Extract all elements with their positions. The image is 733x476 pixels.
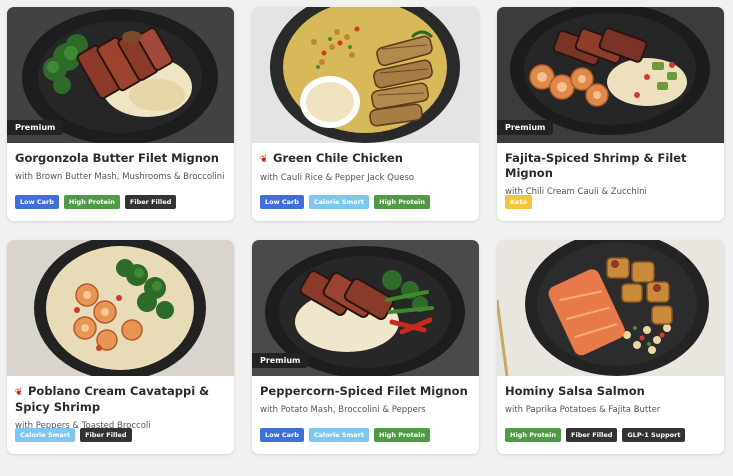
tag-keto: Keto: [505, 195, 532, 209]
meal-card-green-chile-chicken[interactable]: ❦ Green Chile Chicken with Cauli Rice & P…: [252, 7, 479, 221]
chili-pepper-icon: ❦: [258, 153, 271, 167]
tag-fiber-filled: Fiber Filled: [124, 195, 177, 209]
meal-card-poblano-cavatappi-shrimp[interactable]: ❦ Poblano Cream Cavatappi & Spicy Shrimp …: [7, 240, 234, 454]
meal-title[interactable]: ❦ Poblano Cream Cavatappi & Spicy Shrimp: [13, 384, 226, 415]
tag-calorie-smart: Calorie Smart: [15, 428, 76, 442]
meal-card-hominy-salsa-salmon[interactable]: Hominy Salsa Salmon with Paprika Potatoe…: [497, 240, 724, 454]
premium-badge: Premium: [252, 353, 309, 368]
meal-photo: Premium: [7, 7, 234, 143]
meal-title[interactable]: Peppercorn-Spiced Filet Mignon: [260, 384, 471, 399]
tag-high-protein: High Protein: [505, 428, 562, 442]
meal-photo: Premium: [497, 7, 724, 143]
meal-photo: [7, 240, 234, 376]
meal-title[interactable]: Gorgonzola Butter Filet Mignon: [15, 151, 226, 166]
premium-badge: Premium: [497, 120, 554, 135]
meal-photo: [252, 7, 479, 143]
meal-card-peppercorn-filet[interactable]: Premium Peppercorn-Spiced Filet Mignon w…: [252, 240, 479, 454]
meal-title[interactable]: Hominy Salsa Salmon: [505, 384, 716, 399]
tag-list: High Protein Fiber Filled GLP-1 Support: [505, 428, 686, 442]
tag-fiber-filled: Fiber Filled: [566, 428, 618, 442]
meal-subtitle: with Potato Mash, Broccolini & Peppers: [260, 405, 426, 415]
tag-low-carb: Low Carb: [15, 195, 59, 209]
meal-title[interactable]: ❦ Green Chile Chicken: [258, 151, 471, 167]
tag-fiber-filled: Fiber Filled: [80, 428, 132, 442]
chili-pepper-icon: ❦: [13, 386, 26, 400]
tag-list: Keto: [505, 195, 532, 209]
meal-photo: Premium: [252, 240, 479, 376]
premium-badge: Premium: [7, 120, 64, 135]
meal-card-fajita-shrimp-filet[interactable]: Premium Fajita-Spiced Shrimp & Filet Mig…: [497, 7, 724, 221]
tag-list: Low Carb Calorie Smart High Protein: [260, 428, 431, 442]
tag-list: Calorie Smart Fiber Filled: [15, 428, 132, 442]
tag-low-carb: Low Carb: [260, 195, 304, 209]
tag-high-protein: High Protein: [63, 195, 120, 209]
tag-high-protein: High Protein: [374, 195, 431, 209]
tag-list: Low Carb Calorie Smart High Protein: [260, 195, 431, 209]
meal-subtitle: with Brown Butter Mash, Mushrooms & Broc…: [15, 172, 225, 182]
meal-photo: [497, 240, 724, 376]
meal-subtitle: with Paprika Potatoes & Fajita Butter: [505, 405, 661, 415]
meal-card-gorgonzola-filet[interactable]: Premium Gorgonzola Butter Filet Mignon w…: [7, 7, 234, 221]
tag-calorie-smart: Calorie Smart: [308, 428, 369, 442]
meal-subtitle: with Cauli Rice & Pepper Jack Queso: [260, 173, 415, 183]
tag-glp1-support: GLP-1 Support: [622, 428, 686, 442]
tag-calorie-smart: Calorie Smart: [308, 195, 369, 209]
meal-subtitle: with Chili Cream Cauli & Zucchini: [505, 187, 647, 197]
tag-high-protein: High Protein: [374, 428, 431, 442]
tag-low-carb: Low Carb: [260, 428, 304, 442]
tag-list: Low Carb High Protein Fiber Filled: [15, 195, 177, 209]
meal-title[interactable]: Fajita-Spiced Shrimp & Filet Mignon: [505, 151, 716, 181]
